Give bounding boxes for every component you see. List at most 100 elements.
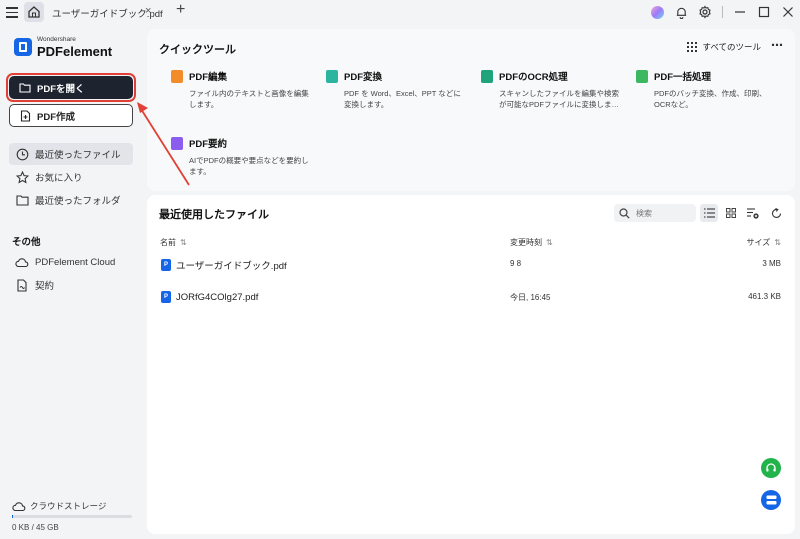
tool-desc: AIでPDFの概要や要点などを要約し: [189, 156, 309, 165]
tool-name: PDF一括処理: [654, 72, 712, 83]
section-other-heading: その他: [12, 237, 41, 248]
cloud-icon: [15, 255, 29, 269]
summarize-tool-icon: [171, 136, 183, 150]
column-header-label: 名前: [160, 238, 176, 247]
refresh-icon: [771, 207, 781, 218]
grid-view-button[interactable]: [722, 204, 740, 222]
table-row[interactable]: P JORfG4COlg27.pdf 今日, 16:45 461.3 KB: [147, 282, 795, 314]
contract-icon: [15, 278, 29, 292]
refresh-button[interactable]: [767, 204, 785, 222]
tool-desc: スキャンしたファイルを編集や検索: [499, 89, 619, 98]
highlight-box: [6, 73, 136, 102]
clock-icon: [15, 147, 29, 161]
list-view-button[interactable]: [700, 204, 718, 222]
settings-button[interactable]: [693, 2, 717, 22]
all-tools-label: すべてのツール: [702, 42, 761, 52]
home-icon: [28, 6, 40, 18]
list-view-icon: [703, 208, 715, 218]
gear-icon: [699, 5, 711, 19]
cloud-storage-label: クラウドストレージ: [30, 501, 107, 511]
tool-name: PDF要約: [189, 139, 228, 150]
tool-pdf-ocr[interactable]: PDFのOCR処理 スキャンしたファイルを編集や検索 が可能なPDFファイルに変換…: [481, 69, 631, 111]
column-header-name[interactable]: 名前 ⇅: [160, 237, 187, 248]
avatar: [650, 5, 664, 19]
search-box[interactable]: [614, 204, 696, 222]
storage-usage-bar: [12, 515, 132, 518]
search-icon: [619, 207, 630, 219]
create-pdf-button[interactable]: PDF作成: [9, 104, 133, 127]
sidebar-item-contract[interactable]: 契約: [9, 274, 133, 296]
tool-pdf-summarize[interactable]: PDF要約 AIでPDFの概要や要点などを要約し ます。: [171, 136, 321, 178]
more-options-icon[interactable]: ⋯: [771, 38, 783, 52]
sidebar-item-label: 最近使ったフォルダ: [35, 196, 121, 207]
support-button[interactable]: [761, 458, 781, 478]
tool-desc: が可能なPDFファイルに変換しま…: [499, 99, 619, 109]
tool-pdf-batch[interactable]: PDF一括処理 PDFのバッチ変換、作成、印刷、 OCRなど。: [636, 69, 786, 111]
app-logo: Wondershare PDFelement: [14, 36, 113, 59]
tool-desc: OCRなど。: [654, 99, 693, 109]
column-header-size[interactable]: サイズ ⇅: [747, 237, 781, 248]
tool-pdf-convert[interactable]: PDF変換 PDF を Word、Excel、PPT などに 変換します。: [326, 69, 476, 111]
file-size: 461.3 KB: [748, 292, 781, 301]
table-row[interactable]: P ユーザーガイドブック.pdf 9 8 3 MB: [147, 249, 795, 281]
create-file-icon: [20, 109, 31, 122]
recent-files-title: 最近使用したファイル: [159, 209, 269, 221]
tool-name: PDFのOCR処理: [499, 72, 568, 83]
tab-close-icon[interactable]: ×: [145, 5, 151, 17]
tool-name: PDF変換: [344, 72, 383, 83]
layout-toggle-button[interactable]: [761, 490, 781, 510]
batch-tool-icon: [636, 69, 648, 83]
ocr-tool-icon: [481, 69, 493, 83]
tool-desc: します。: [189, 99, 219, 109]
tool-desc: 変換します。: [344, 99, 389, 109]
batch-manage-button[interactable]: [744, 204, 762, 222]
tool-pdf-edit[interactable]: PDF編集 ファイル内のテキストと画像を編集 します。: [171, 69, 321, 111]
sidebar-item-recent-folders[interactable]: 最近使ったフォルダ: [9, 189, 133, 211]
title-bar: ユーザーガイドブック.pdf × +: [0, 0, 800, 24]
all-tools-button[interactable]: すべてのツール: [687, 41, 761, 53]
tool-desc: ます。: [189, 166, 211, 176]
sidebar-item-label: PDFelement Cloud: [35, 256, 116, 268]
quick-tools-title: クイックツール: [159, 44, 236, 56]
account-button[interactable]: [645, 2, 669, 22]
close-window-button[interactable]: [776, 2, 800, 22]
pdf-file-icon: P: [161, 259, 171, 271]
tool-desc: PDF を Word、Excel、PPT などに: [344, 89, 461, 98]
search-input[interactable]: [636, 208, 686, 218]
layout-icon: [766, 495, 776, 505]
sidebar-item-pdfelement-cloud[interactable]: PDFelement Cloud: [9, 251, 133, 273]
edit-tool-icon: [171, 69, 183, 83]
add-tab-button[interactable]: +: [176, 1, 185, 19]
bell-icon: [676, 7, 686, 19]
pdfelement-logo-icon: [14, 38, 32, 57]
file-modified: 9 8: [510, 259, 522, 268]
notification-button[interactable]: [669, 2, 693, 22]
maximize-button[interactable]: [752, 2, 776, 22]
home-tab-button[interactable]: [24, 2, 44, 22]
sort-icon: ⇅: [180, 238, 187, 247]
headset-icon: [766, 463, 776, 472]
logo-product: PDFelement: [37, 43, 113, 59]
cloud-storage-link[interactable]: クラウドストレージ: [12, 500, 106, 512]
file-modified: 今日, 16:45: [510, 293, 551, 302]
sidebar-item-recent-files[interactable]: 最近使ったファイル: [9, 143, 133, 165]
file-size: 3 MB: [762, 259, 781, 268]
sidebar-item-favorites[interactable]: お気に入り: [9, 166, 133, 188]
pdf-file-icon: P: [161, 291, 171, 303]
tool-name: PDF編集: [189, 72, 228, 83]
star-icon: [15, 170, 29, 184]
list-clear-icon: [747, 207, 759, 219]
column-header-modified[interactable]: 変更時刻 ⇅: [510, 237, 553, 248]
sidebar-item-label: 最近使ったファイル: [35, 150, 121, 161]
sort-icon: ⇅: [774, 238, 781, 247]
file-name: JORfG4COlg27.pdf: [176, 291, 259, 303]
grid-view-icon: [726, 208, 736, 218]
tool-desc: ファイル内のテキストと画像を編集: [189, 89, 309, 98]
storage-usage-text: 0 KB / 45 GB: [12, 523, 59, 532]
sidebar: Wondershare PDFelement PDFを開く PDF作成 最近使っ…: [0, 24, 140, 539]
menu-icon[interactable]: [4, 4, 20, 20]
logo-brand: Wondershare: [37, 36, 76, 43]
column-header-label: サイズ: [746, 238, 771, 247]
minimize-button[interactable]: [728, 2, 752, 22]
create-pdf-label: PDF作成: [37, 111, 76, 123]
